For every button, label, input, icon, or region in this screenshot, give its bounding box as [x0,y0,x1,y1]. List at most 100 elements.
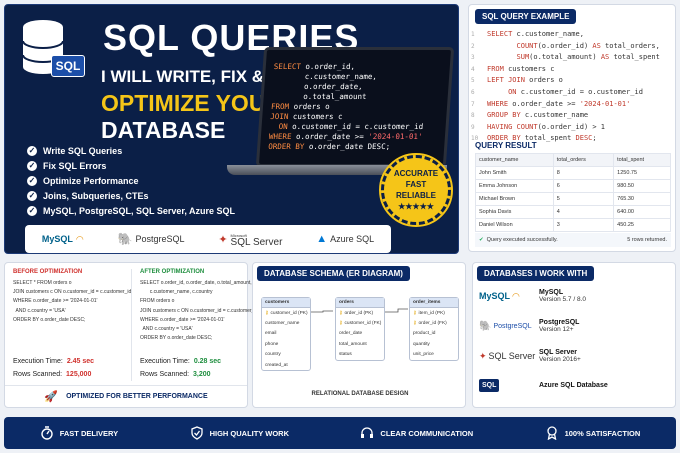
table-row: Michael Brown 5 765.30 [475,192,671,206]
orders-table: orders ⚷ order_id (PK) ⚷ customer_id (FK) ord… [335,297,385,361]
table-cell: 1250.75 [613,166,671,180]
table-cell: 5 [552,192,615,206]
databases-tag: DATABASES I WORK WITH [477,266,595,281]
column-header: total_orders [552,153,615,167]
table-column: country [265,352,281,358]
success-icon: ✔ [479,237,484,243]
table-column: ⚷ order_id (PK) [339,310,374,316]
check-icon: ✓ [27,190,37,201]
column-header: total_spent [613,153,671,167]
table-cell: Michael Brown [475,192,554,206]
hero-subtitle-1: I WILL WRITE, FIX & [101,67,265,86]
dolphin-icon: ◠ [512,290,520,301]
mysql-logo: MySQL ◠ [479,290,520,302]
after-exec-time: 0.28 sec [193,358,222,365]
code-line: c.customer_name, [272,72,378,81]
postgresql-logo: 🐘 PostgreSQL [479,320,532,332]
check-icon: ✓ [27,205,37,216]
table-header-row: customer_name total_orders total_spent [475,153,671,167]
table-column: status [339,352,352,358]
table-row: John Smith 8 1250.75 [475,166,671,180]
dolphin-icon: ◠ [75,233,84,244]
table-column: email [265,331,277,337]
footer-item-fast-delivery: FAST DELIVERY [40,426,118,440]
laptop-screen: SELECT o.order_id, c.customer_name, o.or… [255,47,455,167]
mysql-logo: MySQL ◠ [41,233,84,245]
table-row: Sophia Davis 4 640.00 [475,205,671,219]
db-item-mysql: MySQL ◠ MySQL Version 5.7 / 8.0 [479,289,586,303]
code-line: ON c.customer_id = o.customer_id [508,87,643,96]
code-line: LEFT JOIN orders o [487,76,563,85]
before-metrics: Execution Time: 2.45 sec Rows Scanned: 125… [13,358,95,378]
feature-list: ✓ Write SQL Queries ✓ Fix SQL Errors ✓ Opti… [27,143,235,218]
hero-subtitle-2: OPTIMIZE YOUR [101,90,283,116]
table-cell: Daniel Wilson [475,218,554,232]
key-icon: ⚷ [339,321,343,327]
table-column: ⚷ customer_id (FK) [339,321,382,327]
after-code: SELECT o.order_id, o.order_date, o.total… [140,280,259,342]
optimized-footer: 🚀 OPTIMIZED FOR BETTER PERFORMANCE [5,385,247,407]
order-items-table: order_items ⚷ item_id (PK) ⚷ order_id (FK) pr… [409,297,459,361]
elephant-icon: 🐘 [117,232,133,246]
award-icon [546,426,557,440]
after-column: AFTER OPTIMIZATION SELECT o.order_id, o.… [140,269,258,343]
table-column: ⚷ item_id (PK) [413,310,445,316]
hero-subtitle-3: DATABASE [101,117,226,143]
db-item-azure: SQL Azure SQL Database [479,379,608,392]
feature-item: ✓ Optimize Performance [27,175,139,186]
sql-example-panel: SQL QUERY EXAMPLE 1 2 3 4 5 6 7 8 9 10 SELECT c.c… [468,4,676,252]
after-rows-scanned: 3,200 [193,371,211,378]
sqlserver-logo: ✦ Microsoft SQL Server [218,233,283,248]
table-cell: Emma Johnson [475,179,554,193]
hero-code: SELECT o.order_id, c.customer_name, o.or… [268,62,428,152]
footer-item-quality: HIGH QUALITY WORK [190,426,289,440]
shield-icon [190,426,203,440]
table-column: quantity [413,341,430,347]
check-icon: ✓ [27,175,37,186]
sqlserver-icon: ✦ [479,350,487,361]
code-line: HAVING COUNT(o.order_id) > 1 [487,122,606,131]
table-name: orders [336,298,384,308]
table-name: order_items [410,298,458,308]
stopwatch-icon [40,426,53,440]
before-title: BEFORE OPTIMIZATION [13,269,83,275]
elephant-icon: 🐘 [479,320,492,332]
azure-logo: ▲ Azure SQL [316,233,375,245]
result-table: customer_name total_orders total_spent J… [475,153,671,232]
code-line: SELECT c.customer_name, [487,30,584,38]
table-column: ⚷ customer_id (PK) [265,310,308,316]
feature-item: ✓ Joins, Subqueries, CTEs [27,190,149,201]
code-line: JOIN customers c [270,112,343,121]
db-logos-strip: MySQL ◠ 🐘 PostgreSQL ✦ Microsoft SQL Server … [25,225,391,253]
schema-caption: RELATIONAL DATABASE DESIGN [311,391,409,397]
code-line: WHERE o.order_date >= '2024-01-01' [487,99,631,108]
table-cell: 4 [552,205,615,219]
code-line: o.order_date, [272,82,364,91]
code-line: SUM(o.total_amount) AS total_spent [516,53,660,62]
table-cell: John Smith [475,166,554,180]
feature-item: ✓ Write SQL Queries [27,145,123,156]
table-cell: 640.00 [613,205,671,219]
after-metrics: Execution Time: 0.28 sec Rows Scanned: 3,2… [140,358,222,378]
azure-icon: ▲ [316,233,328,245]
key-icon: ⚷ [265,310,269,316]
hero-banner: SQL SQL QUERIES I WILL WRITE, FIX & OPTI… [4,4,459,254]
sql-badge: SQL [51,55,85,77]
postgresql-logo: 🐘 PostgreSQL [117,232,185,246]
footer-item-satisfaction: 100% SATISFACTION [545,426,640,440]
key-icon: ⚷ [339,310,343,316]
table-column: phone [265,341,279,347]
sqlserver-icon: ✦ [218,233,228,246]
code-line: ORDER BY o.order_date DESC; [267,142,391,151]
table-row: Emma Johnson 6 980.50 [475,179,671,193]
customers-table: customers ⚷ customer_id (PK) customer_name e… [261,297,311,372]
divider [131,269,132,381]
before-column: BEFORE OPTIMIZATION SELECT * FROM orders… [13,269,131,325]
sqlserver-logo: ✦ SQL Server [479,350,536,362]
table-cell: Sophia Davis [475,205,554,219]
column-header: customer_name [475,153,554,167]
azure-sql-logo: SQL [479,379,539,392]
table-cell: 980.50 [613,179,671,193]
table-column: created_at [265,362,288,368]
code-line: WHERE o.order_date >= '2024-01-01' [268,132,423,141]
